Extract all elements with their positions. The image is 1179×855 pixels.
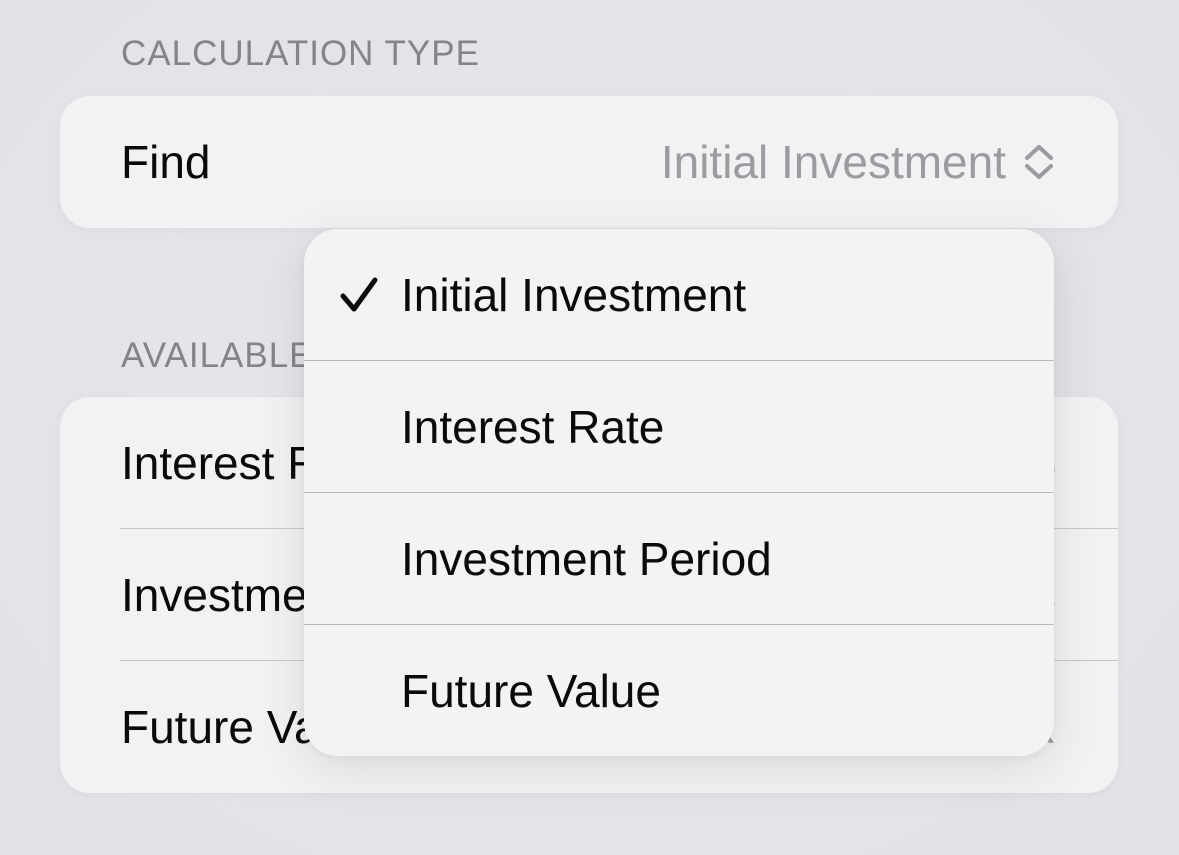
menu-item-label: Initial Investment — [401, 269, 747, 321]
menu-item-interest-rate[interactable]: Interest Rate — [304, 361, 1054, 493]
find-picker[interactable]: Initial Investment — [661, 96, 1056, 228]
find-row[interactable]: Find Initial Investment — [60, 96, 1118, 228]
find-label: Find — [121, 136, 211, 188]
menu-item-label: Interest Rate — [401, 401, 665, 453]
menu-item-future-value[interactable]: Future Value — [304, 625, 1054, 756]
menu-item-initial-investment[interactable]: Initial Investment — [304, 229, 1054, 360]
chevron-up-down-icon — [1025, 145, 1053, 179]
checkmark-icon — [340, 277, 378, 312]
find-picker-menu: Initial Investment Interest Rate Investm… — [304, 229, 1054, 756]
menu-item-investment-period[interactable]: Investment Period — [304, 493, 1054, 625]
available-header: AVAILABLE — [121, 336, 314, 375]
find-picker-value: Initial Investment — [660, 136, 1006, 188]
menu-item-label: Future Value — [401, 665, 661, 717]
calculation-type-card: Find Initial Investment — [60, 96, 1118, 228]
calculation-type-header: CALCULATION TYPE — [121, 34, 480, 73]
menu-item-label: Investment Period — [401, 533, 772, 585]
